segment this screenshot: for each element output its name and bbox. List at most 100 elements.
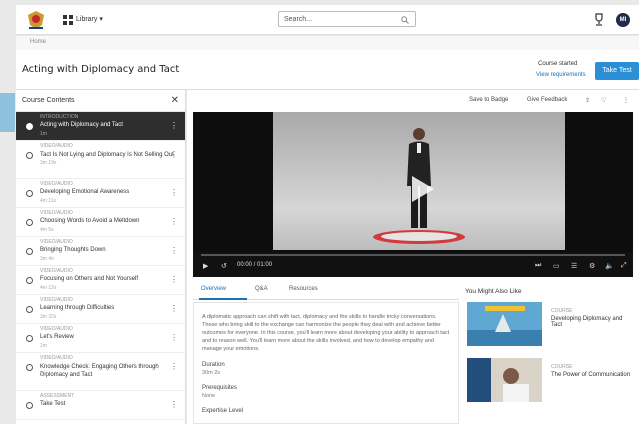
item-duration: 1m (40, 343, 47, 349)
search-input[interactable]: Search... (278, 11, 416, 27)
item-menu-icon[interactable]: ⋮ (170, 217, 178, 226)
breadcrumb[interactable]: Home (30, 39, 46, 45)
you-might-also-like: You Might Also Like COURSE Developing Di… (465, 280, 633, 424)
item-title: Choosing Words to Avoid a Meltdown (40, 218, 140, 224)
card-type: COURSE (551, 364, 573, 370)
play-button-icon[interactable]: ▶ (203, 262, 208, 270)
course-content-item[interactable]: INTRODUCTION Acting with Diplomacy and Ta… (16, 112, 185, 141)
tab-active-indicator (199, 298, 247, 300)
tab-resources[interactable]: Resources (289, 286, 318, 292)
next-icon[interactable]: ⏭ (535, 262, 541, 270)
course-content-item[interactable]: VIDEO/AUDIO Learning through Difficulties… (16, 295, 185, 324)
item-menu-icon[interactable]: ⋮ (170, 246, 178, 255)
trophy-icon[interactable] (593, 13, 605, 27)
item-type: VIDEO/AUDIO (40, 297, 73, 303)
video-progress-bar[interactable] (201, 254, 625, 256)
status-circle-icon (26, 248, 33, 255)
course-content-item[interactable]: VIDEO/AUDIO Choosing Words to Avoid a Mel… (16, 208, 185, 237)
coat-of-arms-logo[interactable] (26, 9, 46, 31)
item-type: INTRODUCTION (40, 114, 79, 120)
tab-overview[interactable]: Overview (201, 286, 226, 292)
status-circle-icon (26, 152, 33, 159)
item-menu-icon[interactable]: ⋮ (170, 333, 178, 342)
user-avatar[interactable]: MI (616, 13, 630, 27)
item-title: Acting with Diplomacy and Tact (40, 122, 123, 128)
close-icon[interactable]: ✕ (171, 95, 179, 106)
like-icon[interactable]: ♡ (601, 97, 606, 104)
item-type: VIDEO/AUDIO (40, 210, 73, 216)
course-content-item[interactable]: VIDEO/AUDIO Bringing Thoughts Down 3m 4s ⋮ (16, 237, 185, 266)
item-type: VIDEO/AUDIO (40, 143, 73, 149)
item-duration: 2m (40, 372, 47, 378)
fullscreen-icon[interactable]: ⤢ (621, 262, 627, 270)
share-icon[interactable]: ⇪ (585, 97, 590, 104)
course-status: Course started (538, 61, 578, 67)
give-feedback-button[interactable]: Give Feedback (527, 97, 567, 103)
card-title[interactable]: The Power of Communication (551, 372, 630, 378)
item-menu-icon[interactable]: ⋮ (170, 275, 178, 284)
item-duration: 3m 32s (40, 314, 57, 320)
course-content-item[interactable]: VIDEO/AUDIO Tact Is Not Lying and Diploma… (16, 141, 185, 179)
video-controls: ▶ ↺ 00:00 / 01:00 ⏭ ▭ ☰ ⚙ 🔈 ⤢ (193, 252, 633, 277)
item-type: VIDEO/AUDIO (40, 239, 73, 245)
item-type: VIDEO/AUDIO (40, 326, 73, 332)
item-title: Tact Is Not Lying and Diplomacy Is Not S… (40, 152, 174, 158)
course-content-item[interactable]: ASSESSMENT Take Test ⋮ (16, 391, 185, 420)
course-contents-sidebar: Course Contents ✕ INTRODUCTION Acting wit… (16, 90, 186, 424)
item-menu-icon[interactable]: ⋮ (170, 400, 178, 409)
item-type: ASSESSMENT (40, 393, 75, 399)
status-circle-icon (26, 335, 33, 342)
captions-icon[interactable]: ▭ (553, 262, 560, 270)
course-content-item[interactable]: VIDEO/AUDIO Let's Review 1m ⋮ (16, 324, 185, 353)
item-menu-icon[interactable]: ⋮ (170, 304, 178, 313)
recommended-course-card[interactable]: COURSE The Power of Communication (465, 358, 633, 404)
item-type: VIDEO/AUDIO (40, 181, 73, 187)
rewind-icon[interactable]: ↺ (221, 262, 227, 270)
course-header: Acting with Diplomacy and Tact Course st… (16, 50, 639, 90)
more-options-icon[interactable]: ⋮ (623, 97, 629, 104)
video-time: 00:00 / 01:00 (237, 262, 273, 268)
volume-icon[interactable]: 🔈 (605, 262, 614, 270)
duration-value: 30m 2s (202, 370, 221, 376)
video-player[interactable]: ▶ ↺ 00:00 / 01:00 ⏭ ▭ ☰ ⚙ 🔈 ⤢ (193, 112, 633, 277)
item-title: Bringing Thoughts Down (40, 247, 106, 253)
item-menu-icon[interactable]: ⋮ (170, 362, 178, 371)
video-frame (273, 112, 565, 250)
item-duration: 4m 12s (40, 285, 57, 291)
item-title: Developing Emotional Awareness (40, 189, 130, 195)
item-duration: 1m (40, 131, 47, 137)
sidebar-header: Course Contents ✕ (16, 90, 185, 112)
item-title: Take Test (40, 401, 66, 407)
search-placeholder: Search... (284, 16, 313, 23)
tab-qa[interactable]: Q&A (255, 286, 268, 292)
recommended-course-card[interactable]: COURSE Developing Diplomacy and Tact (465, 302, 633, 348)
status-circle-icon (26, 123, 33, 130)
item-menu-icon[interactable]: ⋮ (170, 188, 178, 197)
duration-label: Duration (202, 362, 225, 368)
course-content-item[interactable]: VIDEO/AUDIO Developing Emotional Awarenes… (16, 179, 185, 208)
settings-icon[interactable]: ⚙ (589, 262, 595, 270)
play-icon[interactable] (412, 176, 434, 202)
take-test-button[interactable]: Take Test (595, 62, 639, 80)
card-title[interactable]: Developing Diplomacy and Tact (551, 316, 633, 328)
sidebar-title: Course Contents (22, 97, 75, 104)
course-content-item[interactable]: VIDEO/AUDIO Knowledge Check: Engaging Oth… (16, 353, 185, 391)
transcript-icon[interactable]: ☰ (571, 262, 577, 270)
item-title: Let's Review (40, 334, 74, 340)
breadcrumb-bar: Home (16, 36, 639, 50)
item-menu-icon[interactable]: ⋮ (170, 150, 178, 159)
item-menu-icon[interactable]: ⋮ (170, 121, 178, 130)
library-menu[interactable]: Library ▾ (76, 15, 103, 23)
course-content-item[interactable]: VIDEO/AUDIO Focusing on Others and Not Yo… (16, 266, 185, 295)
save-badge-button[interactable]: Save to Badge (469, 97, 508, 103)
item-title: Focusing on Others and Not Yourself (40, 276, 139, 282)
card-type: COURSE (551, 308, 573, 314)
apps-grid-icon[interactable] (63, 15, 73, 25)
status-circle-icon (26, 402, 33, 409)
item-type: VIDEO/AUDIO (40, 268, 73, 274)
status-circle-icon (26, 306, 33, 313)
view-requirements-link[interactable]: View requirements (536, 72, 586, 78)
search-icon[interactable] (401, 16, 409, 24)
content-toolbar: Save to Badge Give Feedback ⇪ ♡ ⋮ (187, 90, 639, 112)
course-thumbnail (467, 302, 542, 346)
